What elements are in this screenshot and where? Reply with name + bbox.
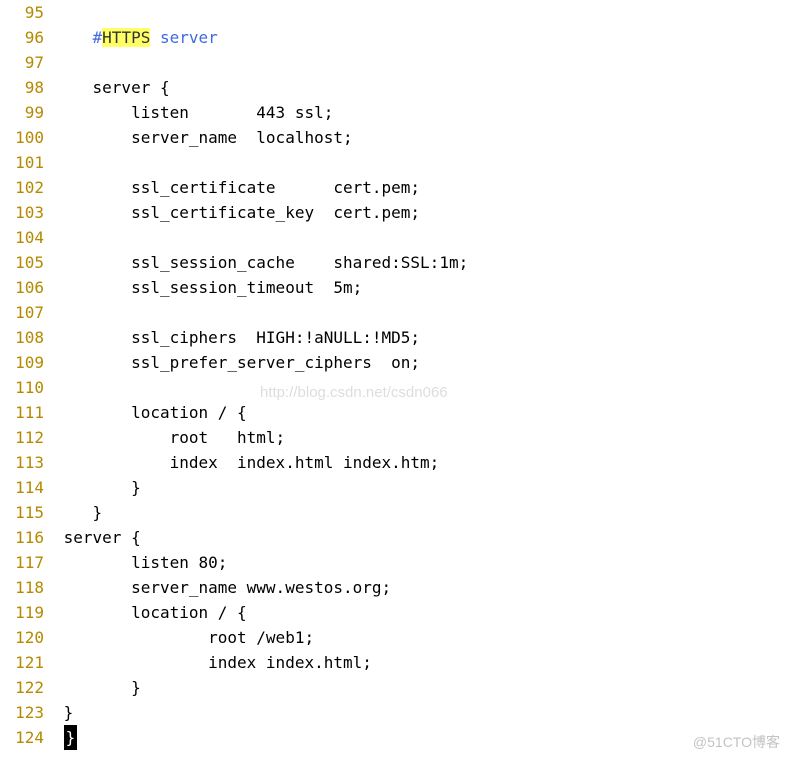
code-line[interactable]: 112 root html; [0, 425, 794, 450]
line-number: 105 [0, 250, 54, 275]
line-number: 95 [0, 0, 54, 25]
code-content: server_name www.westos.org; [54, 575, 794, 600]
code-line[interactable]: 110 [0, 375, 794, 400]
code-line[interactable]: 108 ssl_ciphers HIGH:!aNULL:!MD5; [0, 325, 794, 350]
code-line[interactable]: 105 ssl_session_cache shared:SSL:1m; [0, 250, 794, 275]
code-line[interactable]: 97 [0, 50, 794, 75]
code-content: server_name localhost; [54, 125, 794, 150]
line-number: 99 [0, 100, 54, 125]
code-content: root /web1; [54, 625, 794, 650]
code-content: location / { [54, 400, 794, 425]
code-content: location / { [54, 600, 794, 625]
code-line[interactable]: 95 [0, 0, 794, 25]
code-content: listen 80; [54, 550, 794, 575]
code-line[interactable]: 117 listen 80; [0, 550, 794, 575]
code-line[interactable]: 104 [0, 225, 794, 250]
code-content: index index.html index.htm; [54, 450, 794, 475]
line-number: 109 [0, 350, 54, 375]
code-editor[interactable]: 9596 #HTTPS server9798 server {99 listen… [0, 0, 794, 750]
code-content: ssl_certificate_key cert.pem; [54, 200, 794, 225]
code-line[interactable]: 120 root /web1; [0, 625, 794, 650]
line-number: 124 [0, 725, 54, 750]
code-line[interactable]: 111 location / { [0, 400, 794, 425]
line-number: 102 [0, 175, 54, 200]
line-number: 106 [0, 275, 54, 300]
code-content [54, 225, 794, 250]
code-content [54, 50, 794, 75]
line-number: 107 [0, 300, 54, 325]
line-number: 120 [0, 625, 54, 650]
line-number: 117 [0, 550, 54, 575]
line-number: 112 [0, 425, 54, 450]
line-number: 97 [0, 50, 54, 75]
code-content [54, 0, 794, 25]
line-number: 96 [0, 25, 54, 50]
code-line[interactable]: 118 server_name www.westos.org; [0, 575, 794, 600]
line-number: 110 [0, 375, 54, 400]
line-number: 111 [0, 400, 54, 425]
line-number: 122 [0, 675, 54, 700]
code-content: listen 443 ssl; [54, 100, 794, 125]
code-content: ssl_session_timeout 5m; [54, 275, 794, 300]
line-number: 115 [0, 500, 54, 525]
code-line[interactable]: 123 } [0, 700, 794, 725]
code-content: server { [54, 525, 794, 550]
code-line[interactable]: 116 server { [0, 525, 794, 550]
code-content: } [54, 500, 794, 525]
code-line[interactable]: 119 location / { [0, 600, 794, 625]
code-line[interactable]: 98 server { [0, 75, 794, 100]
code-content: index index.html; [54, 650, 794, 675]
code-content: } [54, 675, 794, 700]
line-number: 121 [0, 650, 54, 675]
code-line[interactable]: 101 [0, 150, 794, 175]
code-line[interactable]: 103 ssl_certificate_key cert.pem; [0, 200, 794, 225]
code-content [54, 300, 794, 325]
code-content: ssl_session_cache shared:SSL:1m; [54, 250, 794, 275]
code-line[interactable]: 121 index index.html; [0, 650, 794, 675]
line-number: 98 [0, 75, 54, 100]
code-content: server { [54, 75, 794, 100]
code-line[interactable]: 113 index index.html index.htm; [0, 450, 794, 475]
code-line[interactable]: 124 } [0, 725, 794, 750]
line-number: 118 [0, 575, 54, 600]
code-line[interactable]: 114 } [0, 475, 794, 500]
code-content: ssl_ciphers HIGH:!aNULL:!MD5; [54, 325, 794, 350]
code-content: ssl_prefer_server_ciphers on; [54, 350, 794, 375]
code-line[interactable]: 122 } [0, 675, 794, 700]
line-number: 100 [0, 125, 54, 150]
line-number: 119 [0, 600, 54, 625]
line-number: 101 [0, 150, 54, 175]
code-line[interactable]: 109 ssl_prefer_server_ciphers on; [0, 350, 794, 375]
line-number: 104 [0, 225, 54, 250]
code-content: root html; [54, 425, 794, 450]
code-content: } [54, 700, 794, 725]
code-content: } [54, 725, 794, 750]
line-number: 123 [0, 700, 54, 725]
line-number: 113 [0, 450, 54, 475]
code-line[interactable]: 107 [0, 300, 794, 325]
code-content [54, 375, 794, 400]
code-line[interactable]: 106 ssl_session_timeout 5m; [0, 275, 794, 300]
code-line[interactable]: 115 } [0, 500, 794, 525]
line-number: 103 [0, 200, 54, 225]
line-number: 114 [0, 475, 54, 500]
cursor: } [64, 725, 78, 750]
code-line[interactable]: 100 server_name localhost; [0, 125, 794, 150]
code-content [54, 150, 794, 175]
code-line[interactable]: 99 listen 443 ssl; [0, 100, 794, 125]
code-content: ssl_certificate cert.pem; [54, 175, 794, 200]
line-number: 116 [0, 525, 54, 550]
code-content: } [54, 475, 794, 500]
line-number: 108 [0, 325, 54, 350]
search-highlight: HTTPS [102, 28, 150, 47]
code-line[interactable]: 96 #HTTPS server [0, 25, 794, 50]
code-content: #HTTPS server [54, 25, 794, 50]
code-line[interactable]: 102 ssl_certificate cert.pem; [0, 175, 794, 200]
